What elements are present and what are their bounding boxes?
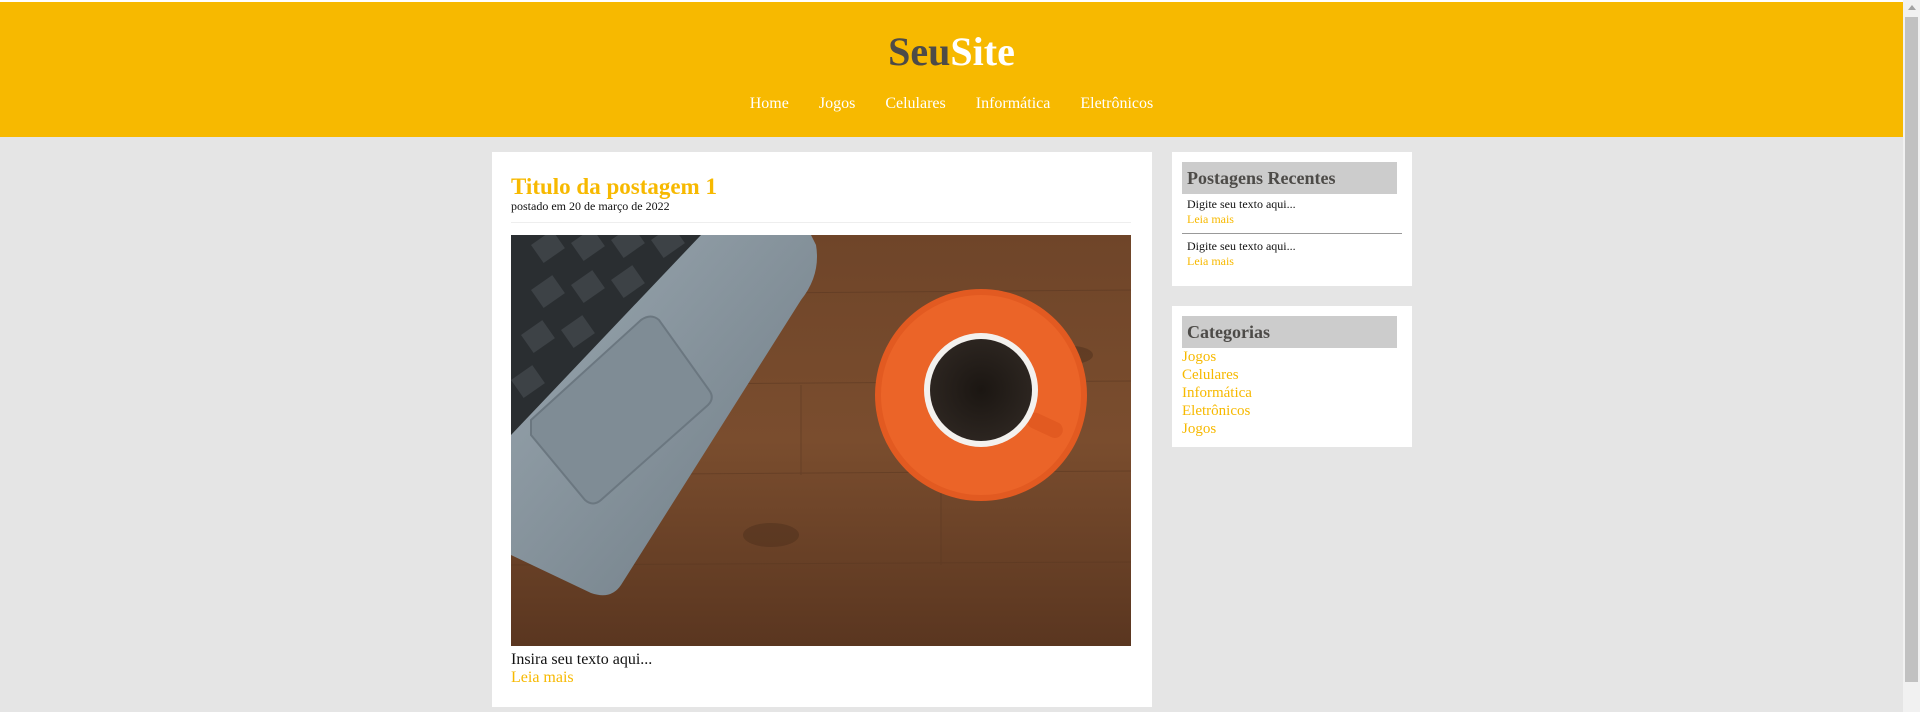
- categories-widget: Categorias Jogos Celulares Informática E…: [1172, 306, 1412, 447]
- post-read-more-link[interactable]: Leia mais: [511, 669, 574, 687]
- recent-post-read-more-link[interactable]: Leia mais: [1187, 212, 1402, 227]
- recent-posts-title: Postagens Recentes: [1182, 162, 1397, 194]
- main-nav: Home Jogos Celulares Informática Eletrôn…: [0, 90, 1903, 118]
- categories-list: Jogos Celulares Informática Eletrônicos …: [1182, 348, 1252, 438]
- post-image: [511, 235, 1131, 646]
- category-link-jogos-2[interactable]: Jogos: [1182, 420, 1252, 438]
- post-excerpt: Insira seu texto aqui...: [511, 651, 653, 668]
- recent-divider: [1182, 233, 1402, 234]
- recent-post-text: Digite seu texto aqui...: [1187, 197, 1296, 211]
- category-link-jogos[interactable]: Jogos: [1182, 348, 1252, 366]
- site-header: SeuSite Home Jogos Celulares Informática…: [0, 2, 1903, 137]
- category-link-informatica[interactable]: Informática: [1182, 384, 1252, 402]
- nav-item-eletronicos[interactable]: Eletrônicos: [1080, 95, 1153, 112]
- recent-post-text: Digite seu texto aqui...: [1187, 239, 1296, 253]
- nav-item-home[interactable]: Home: [750, 95, 789, 112]
- nav-item-informatica[interactable]: Informática: [976, 95, 1051, 112]
- category-link-eletronicos[interactable]: Eletrônicos: [1182, 402, 1252, 420]
- recent-post-read-more-link[interactable]: Leia mais: [1187, 254, 1402, 269]
- site-logo[interactable]: SeuSite: [0, 26, 1903, 78]
- recent-post-item: Digite seu texto aqui... Leia mais: [1187, 197, 1402, 227]
- recent-post-item: Digite seu texto aqui... Leia mais: [1187, 239, 1402, 269]
- nav-item-celulares[interactable]: Celulares: [885, 95, 945, 112]
- scroll-up-arrow-icon[interactable]: [1908, 5, 1916, 10]
- scrollbar-thumb[interactable]: [1905, 17, 1918, 682]
- post-title[interactable]: Titulo da postagem 1: [511, 172, 717, 202]
- category-link-celulares[interactable]: Celulares: [1182, 366, 1252, 384]
- vertical-scrollbar[interactable]: [1903, 0, 1920, 712]
- nav-item-jogos[interactable]: Jogos: [819, 95, 855, 112]
- categories-title: Categorias: [1182, 316, 1397, 348]
- logo-part-2: Site: [950, 29, 1015, 74]
- recent-posts-widget: Postagens Recentes Digite seu texto aqui…: [1172, 152, 1412, 286]
- laptop-coffee-illustration: [511, 235, 1131, 646]
- logo-part-1: Seu: [888, 29, 951, 74]
- post-card: Titulo da postagem 1 postado em 20 de ma…: [492, 152, 1152, 707]
- post-date: postado em 20 de março de 2022: [511, 199, 670, 213]
- post-divider: [511, 222, 1131, 223]
